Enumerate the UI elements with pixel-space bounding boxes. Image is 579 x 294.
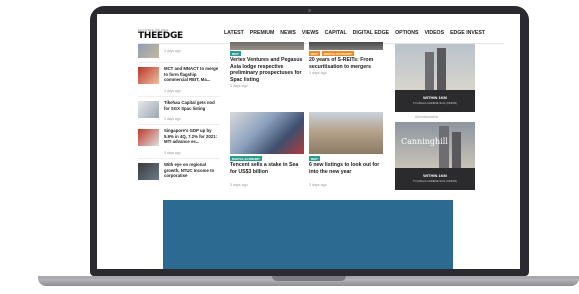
nav-news[interactable]: NEWS <box>280 30 296 36</box>
ad-label: Advertisement <box>415 115 438 119</box>
news-card[interactable]: REIT DIGITAL ECONOMY 20 years of S-REITs… <box>309 42 383 112</box>
nav-latest[interactable]: LATEST <box>224 30 244 36</box>
news-title: Tencent sells a stake in Sea for US$3 bi… <box>230 162 299 175</box>
news-time: 3 days ago <box>230 183 248 187</box>
list-item[interactable]: Singapore's GDP up by 5.9% in 4Q, 7.2% f… <box>138 127 220 161</box>
tag-list: DIGITAL ECONOMY <box>230 156 263 161</box>
category-tag[interactable]: DIGITAL ECONOMY <box>230 156 263 161</box>
list-item[interactable]: MCT and MNACT to merge to form flagship … <box>138 65 220 99</box>
news-image <box>309 42 383 50</box>
ad-brand: Canninghill <box>401 137 448 146</box>
building-shape <box>452 132 461 168</box>
tag-list: REIT <box>230 51 241 56</box>
nav-options[interactable]: OPTIONS <box>395 30 418 36</box>
advertisement-banner[interactable]: Canninghill WITHIN 1KM TO ANGLO-CHINESE … <box>395 122 475 190</box>
laptop-mockup: FOCUSED ON ASIA THEEDGE LATEST PREMIUM N… <box>0 0 579 294</box>
news-time: 3 days ago <box>309 71 327 75</box>
video-placeholder[interactable] <box>163 200 453 269</box>
camera-icon <box>308 9 311 12</box>
ad-caption-strip <box>395 168 475 190</box>
ad-headline: WITHIN 1KM <box>423 173 447 178</box>
news-title: MCT and MNACT to merge to form flagship … <box>164 66 219 83</box>
news-thumbnail <box>138 44 159 58</box>
building-shape <box>437 48 446 90</box>
ad-headline: WITHIN 1KM <box>423 95 447 100</box>
list-item[interactable]: With eye on regional growth, NTUC Income… <box>138 161 220 195</box>
nav-videos[interactable]: VIDEOS <box>424 30 444 36</box>
news-image <box>309 112 383 154</box>
news-thumbnail <box>138 101 159 118</box>
logo-wordmark: THEEDGE <box>138 31 183 41</box>
divider <box>138 96 220 97</box>
nav-digital-edge[interactable]: DIGITAL EDGE <box>353 30 389 36</box>
nav-capital[interactable]: CAPITAL <box>325 30 347 36</box>
divider <box>138 62 220 63</box>
tag-list: REIT <box>309 156 320 161</box>
news-card[interactable]: REIT 6 new listings to look out for into… <box>309 112 383 192</box>
news-time: 3 days ago <box>230 84 248 88</box>
category-tag[interactable]: DIGITAL ECONOMY <box>321 51 354 56</box>
news-time: 3 days ago <box>164 151 181 155</box>
news-thumbnail <box>138 163 159 180</box>
building-shape <box>439 126 449 168</box>
news-image <box>230 112 304 154</box>
ad-caption-strip <box>395 90 475 112</box>
news-time: 3 days ago <box>164 89 181 93</box>
building-shape <box>425 52 434 90</box>
ad-image <box>395 44 475 90</box>
news-time: 3 days ago <box>309 183 327 187</box>
news-title: Vertex Ventures and Pegasus Asia lodge r… <box>230 57 303 83</box>
divider <box>138 158 220 159</box>
news-card[interactable]: REIT Vertex Ventures and Pegasus Asia lo… <box>230 42 304 112</box>
news-title: Tikehau Capital gets nod for SGX Spac li… <box>164 100 215 111</box>
laptop-notch <box>272 276 346 281</box>
category-tag[interactable]: REIT <box>309 51 320 56</box>
news-title: 20 years of S-REITs: From securitisation… <box>309 57 374 70</box>
news-title: With eye on regional growth, NTUC Income… <box>164 162 215 179</box>
ad-subtext: TO ANGLO-CHINESE SCH (JUNIOR) <box>413 102 457 105</box>
news-title: Singapore's GDP up by 5.9% in 4Q, 7.2% f… <box>164 128 218 145</box>
nav-premium[interactable]: PREMIUM <box>250 30 275 36</box>
news-thumbnail <box>138 129 159 146</box>
news-card[interactable]: DIGITAL ECONOMY Tencent sells a stake in… <box>230 112 304 192</box>
site-logo[interactable]: FOCUSED ON ASIA THEEDGE <box>138 28 186 42</box>
news-title: 6 new listings to look out for into the … <box>309 162 380 175</box>
category-tag[interactable]: REIT <box>230 51 241 56</box>
news-image <box>230 42 304 50</box>
news-time: 3 days ago <box>164 49 181 53</box>
news-time: 3 days ago <box>164 117 181 121</box>
tag-list: REIT DIGITAL ECONOMY <box>309 51 354 56</box>
category-tag[interactable]: REIT <box>309 156 320 161</box>
advertisement-banner[interactable]: WITHIN 1KM TO ANGLO-CHINESE SCH (JUNIOR) <box>395 44 475 112</box>
nav-edge-invest[interactable]: EDGE INVEST <box>450 30 485 36</box>
nav-views[interactable]: VIEWS <box>302 30 319 36</box>
browser-screen: FOCUSED ON ASIA THEEDGE LATEST PREMIUM N… <box>97 14 520 269</box>
ad-subtext: TO ANGLO-CHINESE SCH (JUNIOR) <box>413 180 457 183</box>
divider <box>138 124 220 125</box>
main-nav: LATEST PREMIUM NEWS VIEWS CAPITAL DIGITA… <box>224 30 485 36</box>
news-thumbnail <box>138 67 159 84</box>
